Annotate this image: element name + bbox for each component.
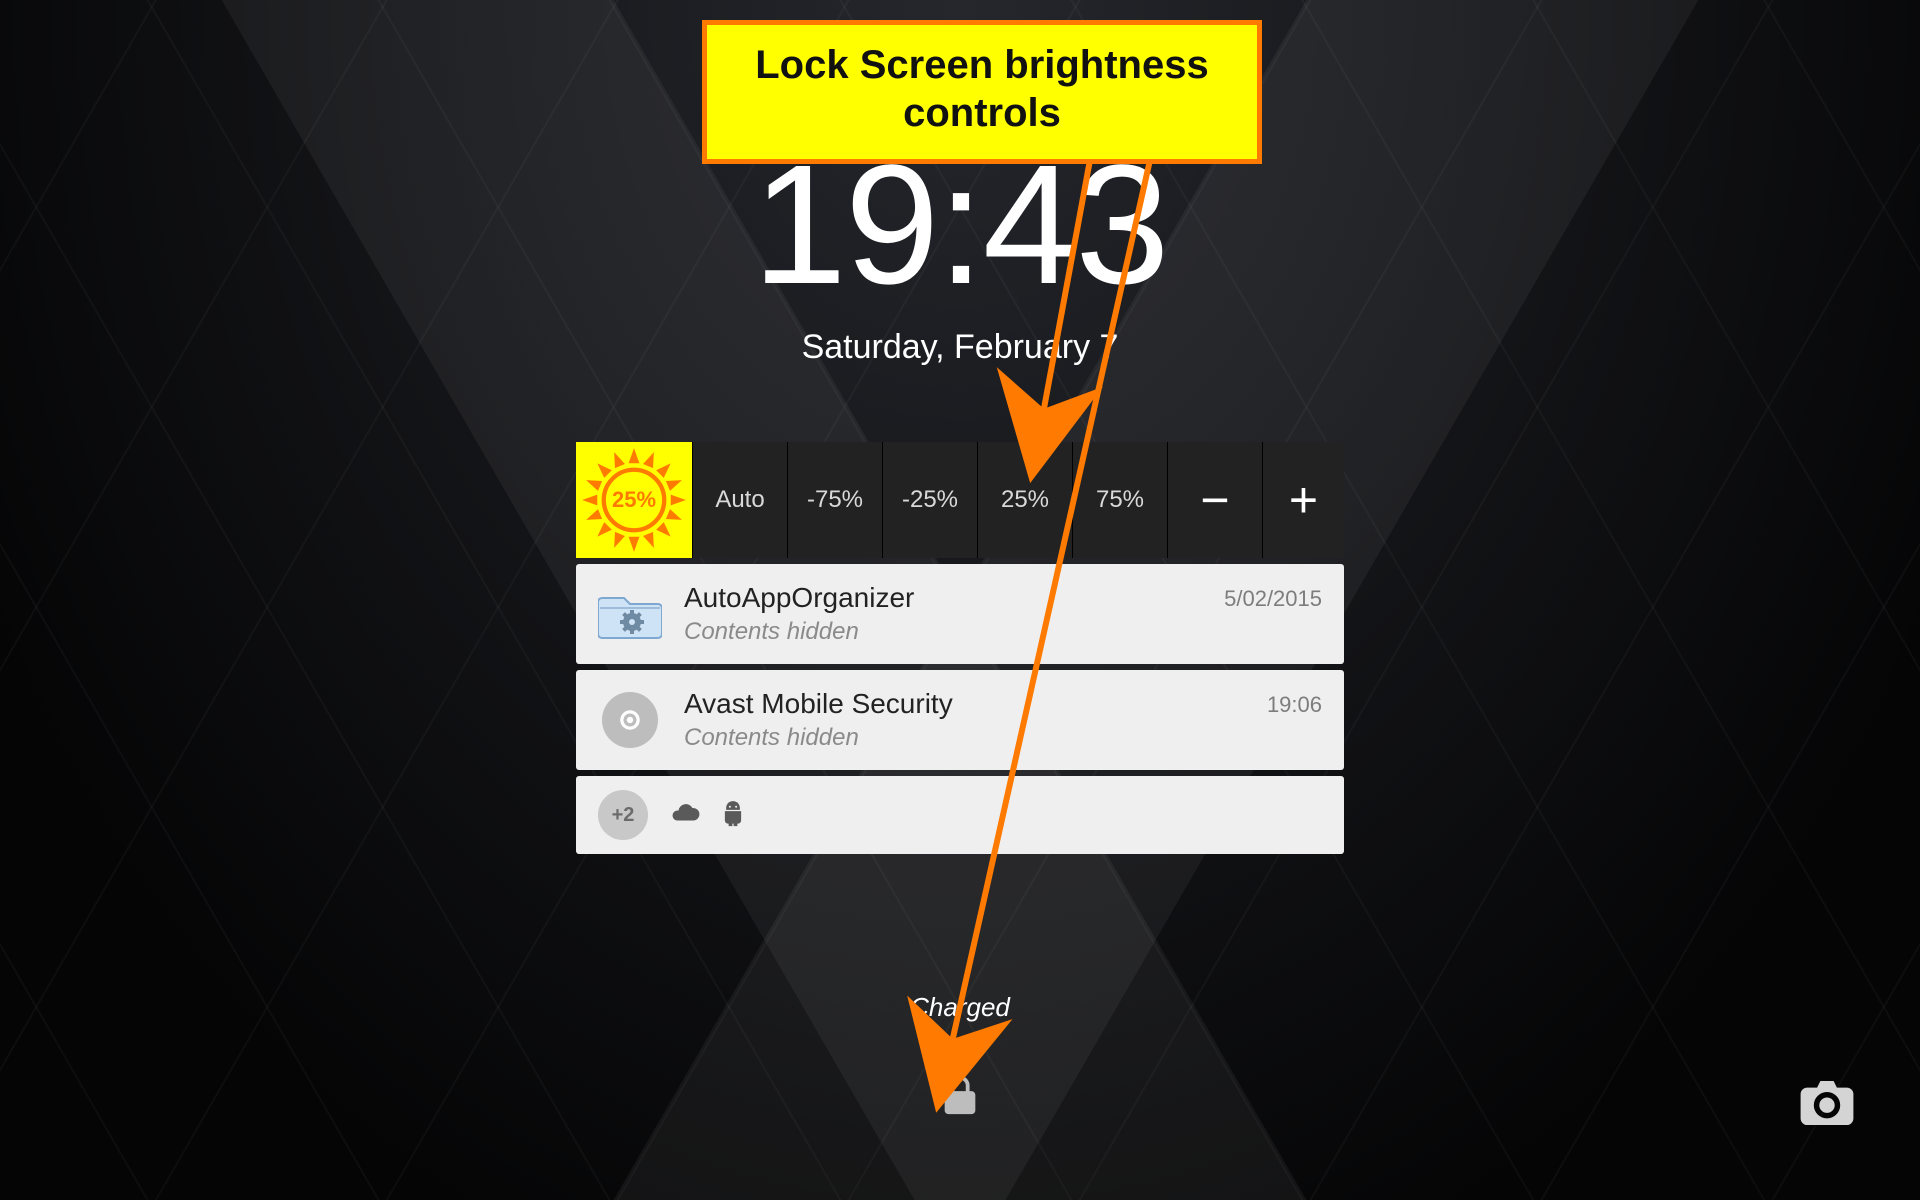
- notification-subtitle: Contents hidden: [684, 724, 1245, 752]
- annotation-callout: Lock Screen brightness controls: [702, 20, 1262, 164]
- notification-overflow[interactable]: +2: [576, 776, 1344, 854]
- brightness-preset-25[interactable]: 25%: [977, 442, 1072, 558]
- android-icon: [718, 798, 748, 833]
- notification-item[interactable]: AutoAppOrganizer Contents hidden 5/02/20…: [576, 564, 1344, 664]
- cloud-icon: [670, 798, 700, 833]
- overflow-app-icons: [670, 798, 748, 833]
- notification-timestamp: 5/02/2015: [1224, 586, 1322, 612]
- brightness-preset-minus25[interactable]: -25%: [882, 442, 977, 558]
- overflow-count-badge: +2: [598, 790, 648, 840]
- clock-date: Saturday, February 7: [0, 328, 1920, 367]
- lock-icon[interactable]: [937, 1072, 983, 1123]
- avast-icon: [598, 688, 662, 752]
- notification-title: Avast Mobile Security: [684, 688, 1245, 720]
- brightness-auto-button[interactable]: Auto: [692, 442, 787, 558]
- brightness-preset-minus75[interactable]: -75%: [787, 442, 882, 558]
- brightness-preset-75[interactable]: 75%: [1072, 442, 1167, 558]
- notification-timestamp: 19:06: [1267, 692, 1322, 718]
- sun-icon: 25%: [576, 442, 692, 558]
- notification-item[interactable]: Avast Mobile Security Contents hidden 19…: [576, 670, 1344, 770]
- camera-icon[interactable]: [1800, 1081, 1854, 1130]
- lockscreen-clock: 19:43 Saturday, February 7: [0, 140, 1920, 367]
- annotation-line: Lock Screen brightness: [717, 41, 1247, 89]
- brightness-decrease-button[interactable]: −: [1167, 442, 1262, 558]
- notification-subtitle: Contents hidden: [684, 618, 1202, 646]
- brightness-increase-button[interactable]: +: [1262, 442, 1344, 558]
- annotation-line: controls: [717, 89, 1247, 137]
- brightness-widget: 25% Auto -75% -25% 25% 75% − +: [576, 442, 1344, 558]
- charge-status: Charged: [0, 992, 1920, 1023]
- brightness-current-value: 25%: [612, 487, 656, 513]
- clock-time: 19:43: [0, 140, 1920, 310]
- folder-gear-icon: [598, 582, 662, 646]
- notification-title: AutoAppOrganizer: [684, 582, 1202, 614]
- brightness-current[interactable]: 25%: [576, 442, 692, 558]
